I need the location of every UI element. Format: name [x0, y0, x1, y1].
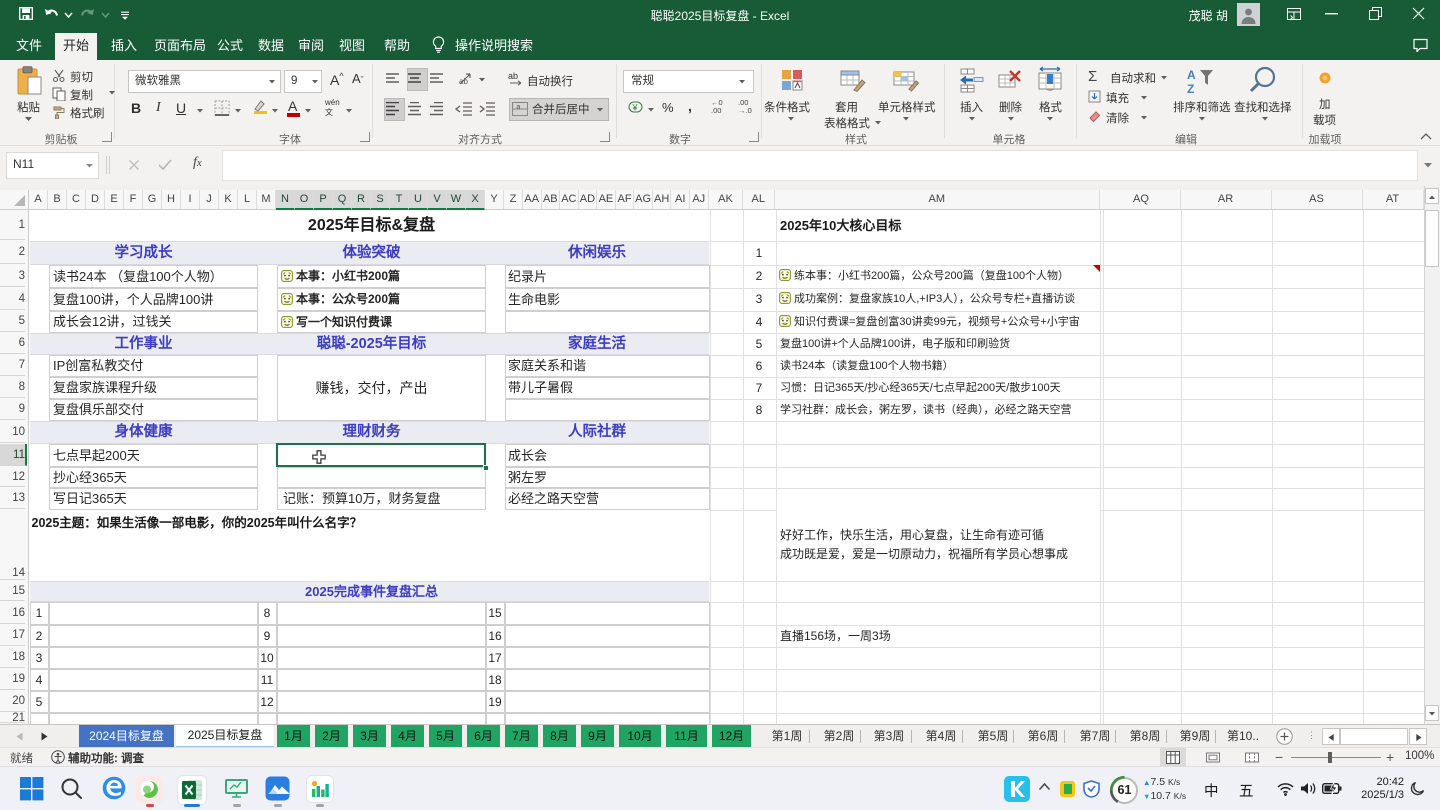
- svg-text:Z: Z: [1187, 82, 1194, 94]
- svg-text:a: a: [517, 104, 521, 111]
- svg-text:ab: ab: [508, 71, 518, 81]
- svg-text:¥: ¥: [632, 103, 639, 113]
- svg-text:ab: ab: [459, 77, 468, 86]
- svg-text:A: A: [1187, 68, 1196, 82]
